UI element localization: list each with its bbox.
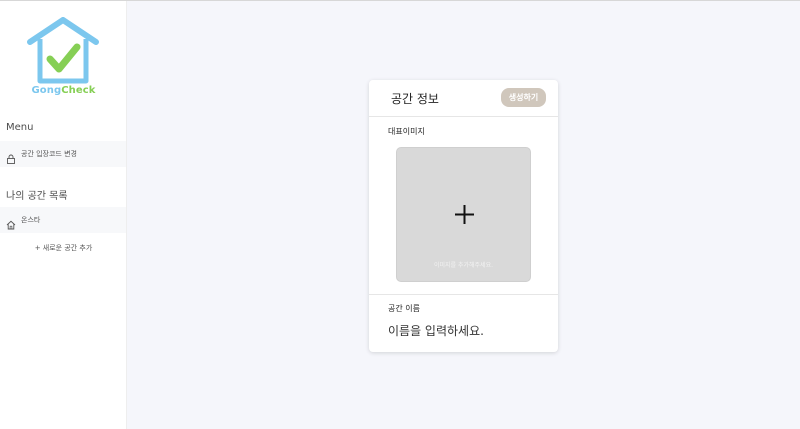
- app: GongCheck Menu 공간 입장코드 변경 나의 공간 목록 온스타 +…: [0, 0, 800, 429]
- space-info-card: 공간 정보 생성하기 대표이미지 이미지를 추가해주세요. 공간 이름: [369, 80, 558, 352]
- space-name-label: 공간 이름: [388, 304, 420, 313]
- home-icon: [6, 215, 16, 230]
- representative-image-label: 대표이미지: [388, 127, 425, 136]
- logo-text-check: Check: [61, 85, 96, 96]
- add-new-space-link[interactable]: + 새로운 공간 추가: [0, 243, 127, 253]
- create-button[interactable]: 생성하기: [501, 88, 546, 107]
- card-header: 공간 정보 생성하기: [369, 80, 558, 117]
- menu-section-label: Menu: [6, 122, 34, 133]
- sidebar-item-change-entry-code[interactable]: 공간 입장코드 변경: [0, 141, 126, 167]
- space-name-input[interactable]: [388, 320, 543, 342]
- sidebar-item-space[interactable]: 온스타: [0, 207, 126, 233]
- sidebar-item-label: 공간 입장코드 변경: [21, 150, 77, 158]
- lock-icon: [6, 149, 16, 164]
- image-upload-area[interactable]: 이미지를 추가해주세요.: [396, 147, 531, 282]
- sidebar-item-label: 온스타: [21, 216, 41, 224]
- logo-text-gong: Gong: [31, 85, 62, 96]
- sidebar: GongCheck Menu 공간 입장코드 변경 나의 공간 목록 온스타 +…: [0, 1, 127, 429]
- plus-icon: [454, 204, 475, 225]
- card-title: 공간 정보: [391, 92, 439, 106]
- image-upload-hint: 이미지를 추가해주세요.: [433, 262, 493, 269]
- my-spaces-section-label: 나의 공간 목록: [6, 191, 68, 202]
- logo-text: GongCheck: [0, 85, 127, 96]
- divider: [369, 294, 558, 295]
